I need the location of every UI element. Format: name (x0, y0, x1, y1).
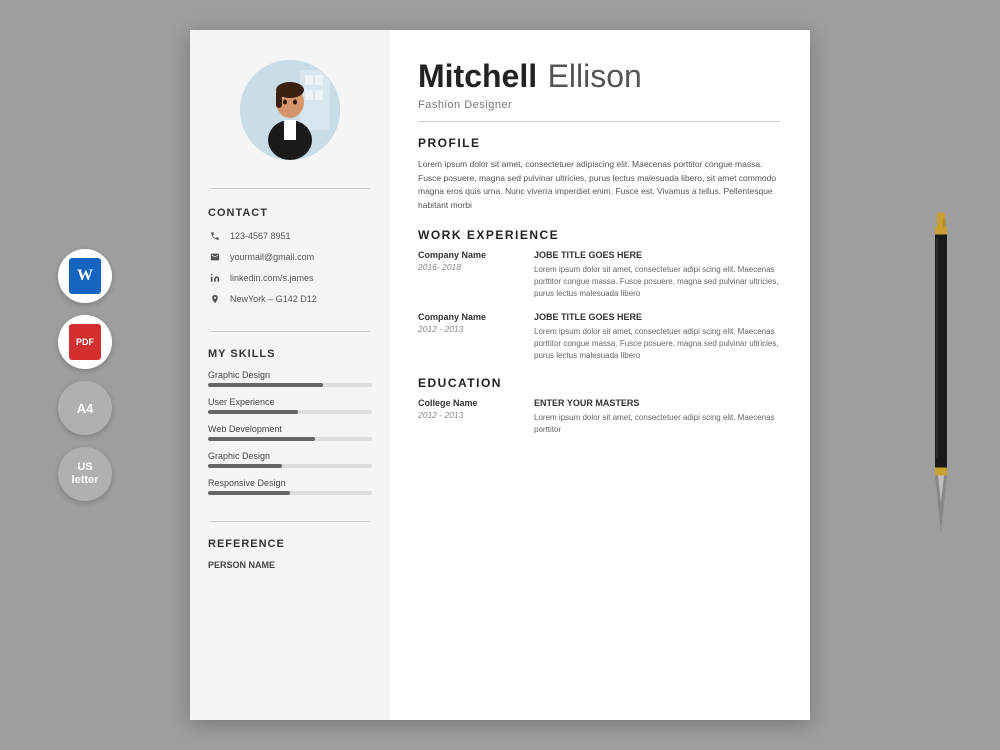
skills-section: MY SKILLS Graphic Design User Experience… (190, 340, 390, 513)
skill-bar-bg-5 (208, 491, 372, 495)
resume-document: CONTACT 123-4567 8951 you (190, 30, 810, 720)
edu-college-1: College Name (418, 398, 518, 408)
edu-dates-1: 2012 - 2013 (418, 410, 518, 420)
work-dates-2: 2012 - 2013 (418, 324, 518, 334)
word-badge[interactable]: W (58, 249, 112, 303)
work-desc-2: Lorem ipsum dolor sit amet, consectetuer… (534, 326, 780, 362)
profile-section-title: PROFILE (418, 136, 780, 150)
sidebar-divider-2 (210, 331, 370, 332)
skill-bar-fill-2 (208, 410, 298, 414)
sidebar-divider-1 (210, 188, 370, 189)
work-entry-1: Company Name 2016- 2018 JOBE TITLE GOES … (418, 250, 780, 300)
skill-bar-bg-2 (208, 410, 372, 414)
contact-phone-item: 123-4567 8951 (208, 229, 372, 243)
name-block: Mitchell Ellison (418, 58, 780, 95)
profile-photo (240, 60, 340, 160)
pen-decoration (930, 213, 952, 538)
main-divider (418, 121, 780, 122)
skill-item-2: User Experience (208, 397, 372, 414)
skill-item-1: Graphic Design (208, 370, 372, 387)
sidebar-divider-3 (210, 521, 370, 522)
skill-name-5: Responsive Design (208, 478, 372, 488)
edu-desc-1: Lorem ipsum dolor sit amet, consectetuer… (534, 412, 780, 436)
skill-name-4: Graphic Design (208, 451, 372, 461)
pdf-icon: PDF (69, 324, 101, 360)
work-left-2: Company Name 2012 - 2013 (418, 312, 518, 362)
phone-text: 123-4567 8951 (230, 231, 291, 241)
skill-bar-fill-1 (208, 383, 323, 387)
address-text: NewYork – G142 D12 (230, 294, 317, 304)
work-right-2: JOBE TITLE GOES HERE Lorem ipsum dolor s… (534, 312, 780, 362)
linkedin-icon (208, 271, 222, 285)
work-company-2: Company Name (418, 312, 518, 322)
education-section: EDUCATION College Name 2012 - 2013 ENTER… (418, 376, 780, 436)
edu-left-1: College Name 2012 - 2013 (418, 398, 518, 436)
contact-email-item: yourmail@gmail.com (208, 250, 372, 264)
email-icon (208, 250, 222, 264)
skill-bar-bg-1 (208, 383, 372, 387)
edu-degree-1: ENTER YOUR MASTERS (534, 398, 780, 408)
skill-bar-bg-3 (208, 437, 372, 441)
work-dates-1: 2016- 2018 (418, 262, 518, 272)
resume-sidebar: CONTACT 123-4567 8951 you (190, 30, 390, 720)
reference-section: REFERENCE PERSON NAME (190, 530, 390, 581)
skill-bar-bg-4 (208, 464, 372, 468)
skill-item-5: Responsive Design (208, 478, 372, 495)
work-jobtitle-1: JOBE TITLE GOES HERE (534, 250, 780, 260)
us-label: USletter (72, 461, 99, 487)
skill-item-4: Graphic Design (208, 451, 372, 468)
contact-linkedin-item: linkedin.com/s.james (208, 271, 372, 285)
work-entry-2: Company Name 2012 - 2013 JOBE TITLE GOES… (418, 312, 780, 362)
pdf-badge[interactable]: PDF (58, 315, 112, 369)
linkedin-text: linkedin.com/s.james (230, 273, 314, 283)
contact-section: CONTACT 123-4567 8951 you (190, 197, 390, 323)
work-section-title: WORK EXPERIENCE (418, 228, 780, 242)
skill-bar-fill-4 (208, 464, 282, 468)
work-left-1: Company Name 2016- 2018 (418, 250, 518, 300)
reference-title: REFERENCE (208, 538, 372, 550)
last-name: Ellison (548, 58, 642, 94)
work-company-1: Company Name (418, 250, 518, 260)
education-section-title: EDUCATION (418, 376, 780, 390)
work-desc-1: Lorem ipsum dolor sit amet, consectetuer… (534, 264, 780, 300)
page-background: W PDF A4 USletter (0, 0, 1000, 750)
phone-icon (208, 229, 222, 243)
a4-badge[interactable]: A4 (58, 381, 112, 435)
edu-entry-1: College Name 2012 - 2013 ENTER YOUR MAST… (418, 398, 780, 436)
skill-bar-fill-5 (208, 491, 290, 495)
skills-title: MY SKILLS (208, 348, 372, 360)
left-icon-group: W PDF A4 USletter (58, 249, 112, 501)
work-section: WORK EXPERIENCE Company Name 2016- 2018 … (418, 228, 780, 362)
resume-main-content: Mitchell Ellison Fashion Designer PROFIL… (390, 30, 810, 720)
word-icon: W (69, 258, 101, 294)
skill-name-3: Web Development (208, 424, 372, 434)
work-right-1: JOBE TITLE GOES HERE Lorem ipsum dolor s… (534, 250, 780, 300)
pen-svg (930, 213, 952, 533)
contact-address-item: NewYork – G142 D12 (208, 292, 372, 306)
us-badge[interactable]: USletter (58, 447, 112, 501)
job-title: Fashion Designer (418, 99, 780, 111)
location-icon (208, 292, 222, 306)
email-text: yourmail@gmail.com (230, 252, 314, 262)
first-name: Mitchell (418, 58, 537, 94)
contact-title: CONTACT (208, 207, 372, 219)
skill-name-1: Graphic Design (208, 370, 372, 380)
skill-bar-fill-3 (208, 437, 315, 441)
skill-name-2: User Experience (208, 397, 372, 407)
edu-right-1: ENTER YOUR MASTERS Lorem ipsum dolor sit… (534, 398, 780, 436)
profile-text: Lorem ipsum dolor sit amet, consectetuer… (418, 158, 780, 212)
reference-person-label: PERSON NAME (208, 560, 372, 570)
photo-container (240, 60, 340, 160)
person-illustration (240, 60, 340, 160)
work-jobtitle-2: JOBE TITLE GOES HERE (534, 312, 780, 322)
skill-item-3: Web Development (208, 424, 372, 441)
a4-label: A4 (77, 401, 94, 416)
